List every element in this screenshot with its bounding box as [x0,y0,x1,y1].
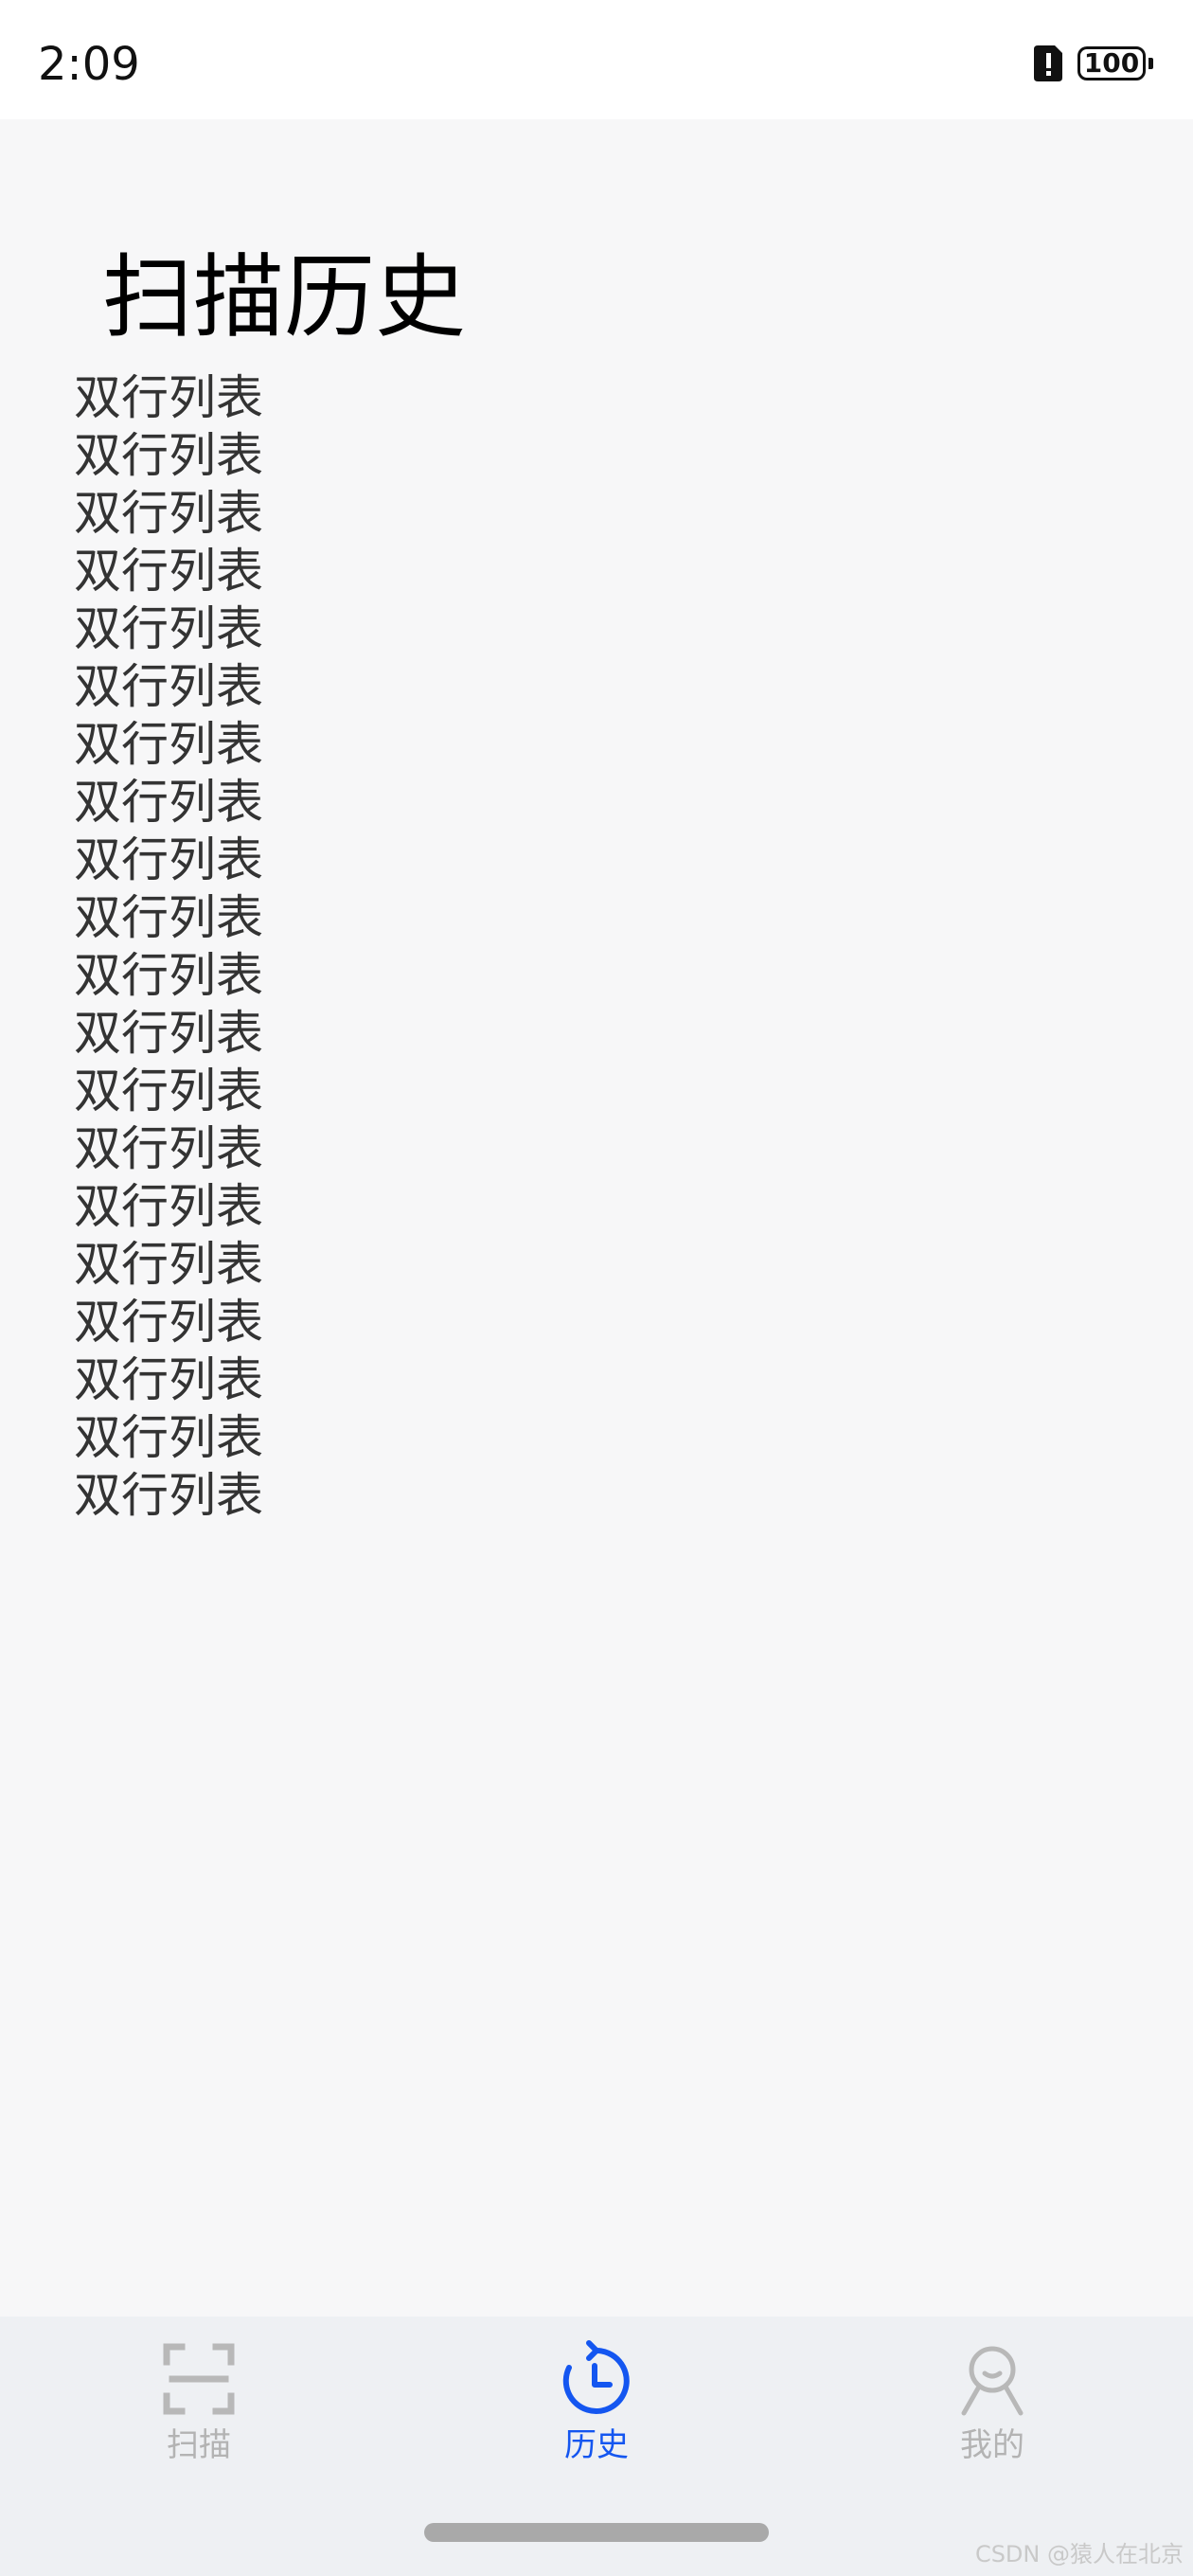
list-item[interactable]: 双行列表 [74,1178,263,1236]
list-item[interactable]: 双行列表 [74,1467,263,1525]
list-item[interactable]: 双行列表 [74,369,263,427]
list-item[interactable]: 双行列表 [74,1063,263,1120]
tab-mine-label: 我的 [960,2426,1024,2464]
list-item[interactable]: 双行列表 [74,716,263,774]
list-item[interactable]: 双行列表 [74,1236,263,1294]
page-title: 扫描历史 [102,244,466,350]
list-item[interactable]: 双行列表 [74,1294,263,1351]
battery-icon: 100 [1077,46,1153,80]
history-list: 双行列表 双行列表 双行列表 双行列表 双行列表 双行列表 双行列表 双行列表 … [74,369,263,1525]
list-item[interactable]: 双行列表 [74,947,263,1005]
history-icon [562,2340,630,2414]
sim-alert-icon [1034,45,1062,81]
list-item[interactable]: 双行列表 [74,427,263,485]
list-item[interactable]: 双行列表 [74,658,263,716]
status-icons: 100 [1034,45,1153,81]
list-item[interactable]: 双行列表 [74,1351,263,1409]
tab-scan[interactable]: 扫描 [104,2339,294,2481]
tab-scan-label: 扫描 [167,2426,231,2464]
tab-history[interactable]: 历史 [502,2339,691,2481]
history-page: 扫描历史 双行列表 双行列表 双行列表 双行列表 双行列表 双行列表 双行列表 … [0,119,1193,2317]
list-item[interactable]: 双行列表 [74,1120,263,1178]
battery-tip [1148,58,1153,69]
tab-mine[interactable]: 我的 [898,2339,1087,2481]
status-bar: 2:09 100 [0,0,1193,119]
list-item[interactable]: 双行列表 [74,832,263,889]
list-item[interactable]: 双行列表 [74,1409,263,1467]
list-item[interactable]: 双行列表 [74,543,263,600]
list-item[interactable]: 双行列表 [74,1005,263,1063]
watermark: CSDN @猿人在北京 [974,2541,1184,2567]
list-item[interactable]: 双行列表 [74,889,263,947]
list-item[interactable]: 双行列表 [74,485,263,543]
list-item[interactable]: 双行列表 [74,600,263,658]
tab-history-label: 历史 [564,2426,629,2464]
home-indicator[interactable] [424,2523,769,2542]
status-time: 2:09 [38,38,140,91]
scan-icon [163,2343,235,2415]
list-item[interactable]: 双行列表 [74,774,263,832]
profile-icon [961,2346,1024,2416]
battery-level: 100 [1077,46,1146,80]
